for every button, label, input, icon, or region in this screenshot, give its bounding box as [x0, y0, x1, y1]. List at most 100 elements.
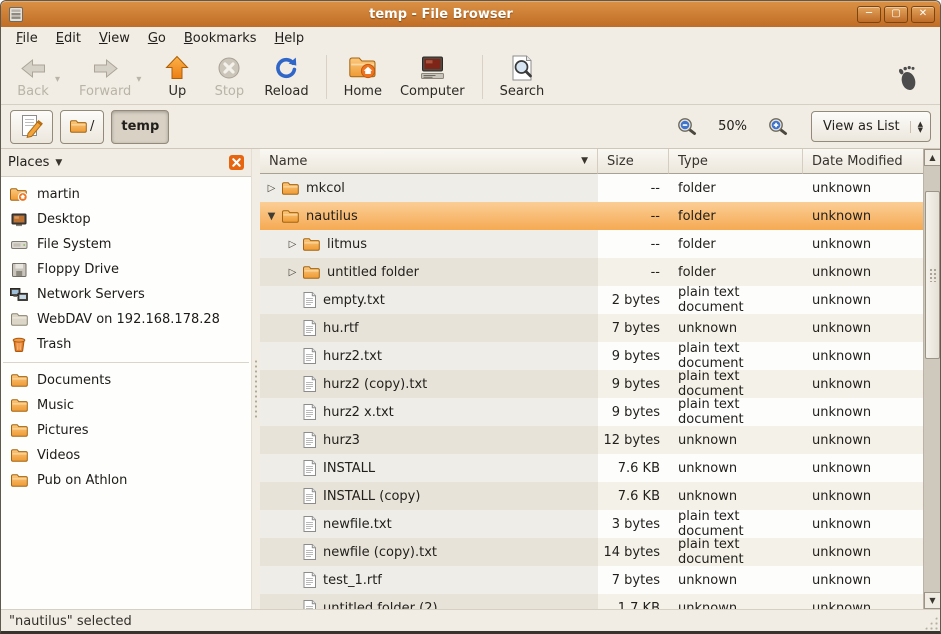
file-type: unknown — [669, 454, 803, 482]
zoom-out-button[interactable] — [675, 115, 699, 138]
places-selector[interactable]: Places ▼ — [8, 155, 229, 170]
file-row-untitled-folder-2[interactable]: untitled folder (2)1.7 KBunknownunknown — [260, 594, 923, 609]
reload-button[interactable]: Reload — [255, 53, 317, 101]
edit-location-button[interactable] — [10, 110, 53, 144]
file-row-install[interactable]: INSTALL7.6 KBunknownunknown — [260, 454, 923, 482]
menu-bookmarks[interactable]: Bookmarks — [175, 29, 266, 48]
sidebar-item-pub-on-athlon[interactable]: Pub on Athlon — [1, 468, 251, 493]
status-text: "nautilus" selected — [9, 614, 132, 629]
file-name: INSTALL — [323, 461, 375, 476]
file-row-newfile-copy-txt[interactable]: newfile (copy).txt14 bytesplain text doc… — [260, 538, 923, 566]
places-sidebar: Places ▼ martinDesktopFile SystemFloppy … — [1, 149, 252, 609]
file-size: 1.7 KB — [598, 594, 669, 609]
places-title: Places — [8, 155, 49, 170]
file-row-mkcol[interactable]: ▷mkcol--folderunknown — [260, 174, 923, 202]
column-header-type[interactable]: Type — [669, 149, 803, 174]
sidebar-close-button[interactable] — [229, 155, 244, 170]
home-folder-icon — [10, 188, 28, 202]
sidebar-item-martin[interactable]: martin — [1, 182, 251, 207]
column-header-date-modified[interactable]: Date Modified — [803, 149, 923, 174]
menu-go[interactable]: Go — [139, 29, 175, 48]
file-row-empty-txt[interactable]: empty.txt2 bytesplain text documentunkno… — [260, 286, 923, 314]
file-name: test_1.rtf — [323, 573, 382, 588]
pane-splitter[interactable] — [252, 149, 260, 609]
sidebar-item-videos[interactable]: Videos — [1, 443, 251, 468]
sidebar-item-floppy-drive[interactable]: Floppy Drive — [1, 257, 251, 282]
file-date-modified: unknown — [803, 230, 923, 258]
text-file-icon — [303, 404, 316, 420]
vertical-scrollbar[interactable]: ▲ ▼ — [923, 149, 941, 609]
file-row-hurz2-copy-txt[interactable]: hurz2 (copy).txt9 bytesplain text docume… — [260, 370, 923, 398]
file-row-newfile-txt[interactable]: newfile.txt3 bytesplain text documentunk… — [260, 510, 923, 538]
drive-icon — [10, 239, 28, 251]
file-list: Name▼SizeTypeDate Modified ▷mkcol--folde… — [260, 149, 923, 609]
edit-location-icon — [20, 114, 43, 139]
computer-button[interactable]: Computer — [391, 53, 474, 101]
arrow-right-icon — [92, 55, 119, 82]
forward-dropdown-arrow-icon[interactable]: ▾ — [136, 74, 141, 85]
sidebar-item-pictures[interactable]: Pictures — [1, 418, 251, 443]
file-row-nautilus[interactable]: ▼nautilus--folderunknown — [260, 202, 923, 230]
menu-help[interactable]: Help — [266, 29, 314, 48]
sidebar-item-desktop[interactable]: Desktop — [1, 207, 251, 232]
menu-edit[interactable]: Edit — [47, 29, 90, 48]
expander-collapsed-icon[interactable]: ▷ — [285, 267, 300, 278]
expander-collapsed-icon[interactable]: ▷ — [285, 239, 300, 250]
file-date-modified: unknown — [803, 538, 923, 566]
column-header-name[interactable]: Name▼ — [260, 149, 598, 174]
file-row-hu-rtf[interactable]: hu.rtf7 bytesunknownunknown — [260, 314, 923, 342]
menubar: FileEditViewGoBookmarksHelp — [1, 27, 940, 49]
file-size: -- — [598, 230, 669, 258]
column-header-size[interactable]: Size — [598, 149, 669, 174]
menu-view[interactable]: View — [90, 29, 139, 48]
location-bar: / temp 50% View as List ▲▼ — [1, 105, 940, 149]
forward-label: Forward — [79, 84, 131, 99]
menu-file[interactable]: File — [7, 29, 47, 48]
view-mode-selector[interactable]: View as List ▲▼ — [811, 111, 931, 142]
expander-expanded-icon[interactable]: ▼ — [264, 211, 279, 222]
zoom-in-button[interactable] — [766, 115, 790, 138]
sidebar-item-trash[interactable]: Trash — [1, 332, 251, 357]
file-row-hurz3[interactable]: hurz312 bytesunknownunknown — [260, 426, 923, 454]
file-name: litmus — [327, 237, 367, 252]
expander-collapsed-icon[interactable]: ▷ — [264, 183, 279, 194]
file-size: 7.6 KB — [598, 482, 669, 510]
minimize-button[interactable]: ─ — [857, 6, 881, 23]
file-name: empty.txt — [323, 293, 385, 308]
sidebar-item-file-system[interactable]: File System — [1, 232, 251, 257]
sidebar-item-network-servers[interactable]: Network Servers — [1, 282, 251, 307]
search-button[interactable]: Search — [491, 53, 554, 101]
file-name: newfile.txt — [323, 517, 392, 532]
scroll-up-button[interactable]: ▲ — [924, 149, 941, 166]
back-dropdown-arrow-icon[interactable]: ▾ — [55, 74, 60, 85]
titlebar[interactable]: temp - File Browser ─ ▢ ✕ — [1, 1, 940, 27]
text-file-icon — [303, 460, 316, 476]
file-row-test-1-rtf[interactable]: test_1.rtf7 bytesunknownunknown — [260, 566, 923, 594]
file-row-litmus[interactable]: ▷litmus--folderunknown — [260, 230, 923, 258]
file-size: 12 bytes — [598, 426, 669, 454]
maximize-button[interactable]: ▢ — [884, 6, 908, 23]
file-row-hurz2-x-txt[interactable]: hurz2 x.txt9 bytesplain text documentunk… — [260, 398, 923, 426]
sidebar-item-label: Pub on Athlon — [37, 473, 127, 488]
home-button[interactable]: Home — [335, 53, 391, 101]
sidebar-item-music[interactable]: Music — [1, 393, 251, 418]
file-type: unknown — [669, 566, 803, 594]
sidebar-item-webdav-on-192-168-178-28[interactable]: WebDAV on 192.168.178.28 — [1, 307, 251, 332]
file-row-install-copy[interactable]: INSTALL (copy)7.6 KBunknownunknown — [260, 482, 923, 510]
path-current-button[interactable]: temp — [111, 110, 169, 144]
file-size: -- — [598, 258, 669, 286]
list-header: Name▼SizeTypeDate Modified — [260, 149, 923, 174]
resize-grip[interactable] — [924, 616, 938, 630]
file-row-untitled-folder[interactable]: ▷untitled folder--folderunknown — [260, 258, 923, 286]
folder-icon — [10, 424, 28, 437]
up-button[interactable]: Up — [151, 53, 203, 101]
close-button[interactable]: ✕ — [911, 6, 935, 23]
scrollbar-thumb[interactable] — [925, 191, 940, 359]
file-date-modified: unknown — [803, 286, 923, 314]
path-root-button[interactable]: / — [60, 110, 104, 144]
sidebar-item-documents[interactable]: Documents — [1, 368, 251, 393]
sidebar-item-label: Pictures — [37, 423, 88, 438]
file-size: 3 bytes — [598, 510, 669, 538]
scroll-down-button[interactable]: ▼ — [924, 592, 941, 609]
file-row-hurz2-txt[interactable]: hurz2.txt9 bytesplain text documentunkno… — [260, 342, 923, 370]
